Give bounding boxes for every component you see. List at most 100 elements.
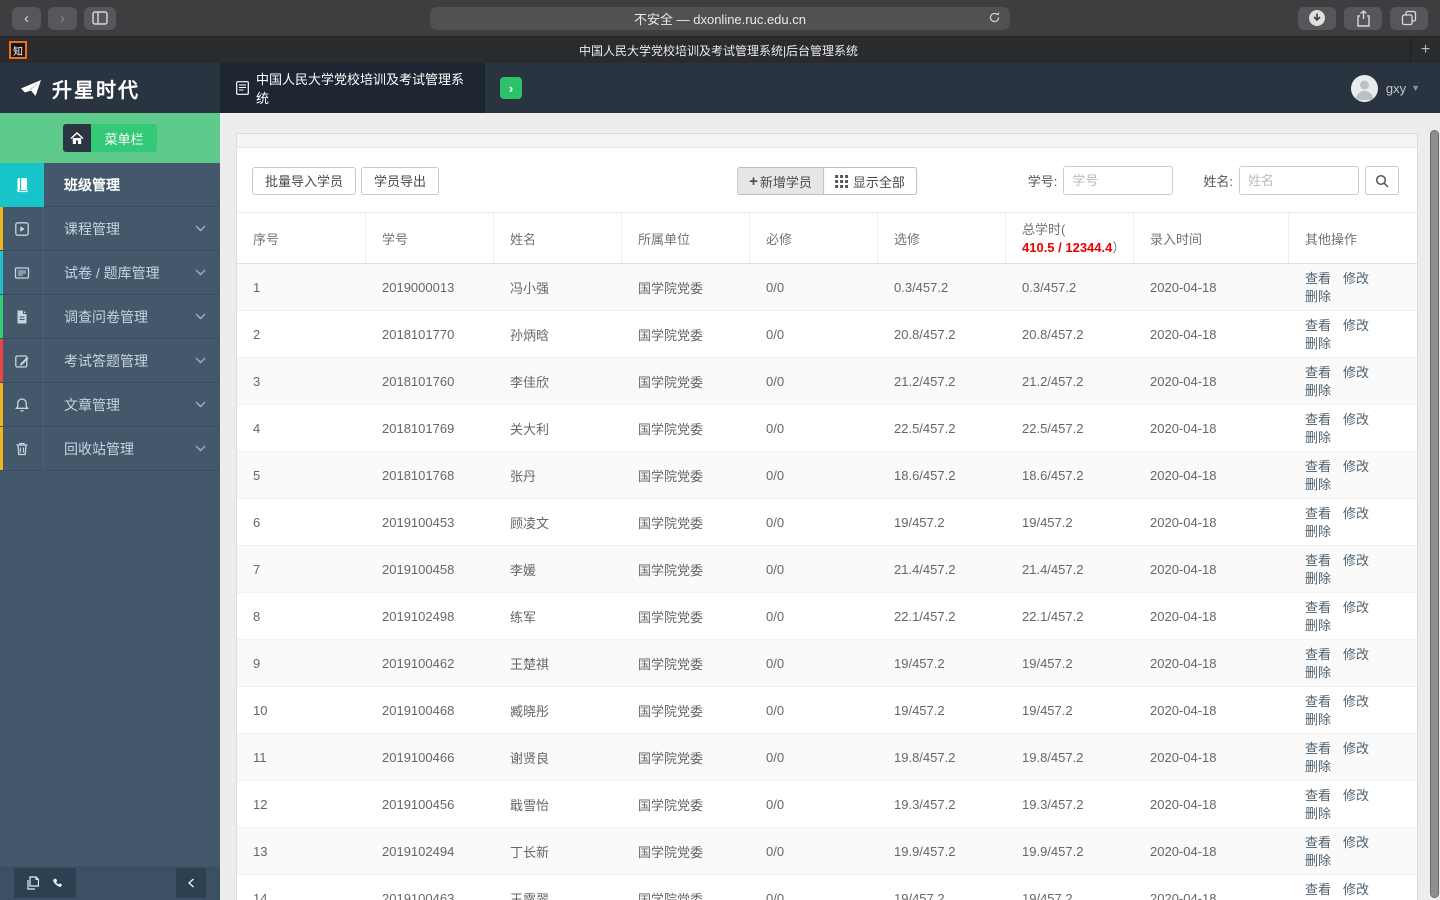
- footer-tools[interactable]: [14, 868, 76, 898]
- cell-actions: 查看修改删除: [1289, 593, 1401, 639]
- name-input[interactable]: [1239, 166, 1359, 195]
- action-edit-link[interactable]: 修改: [1343, 506, 1369, 521]
- cell-student-id: 2019100463: [382, 890, 455, 900]
- back-button[interactable]: ‹: [12, 6, 41, 30]
- brand: 升星时代: [0, 74, 220, 103]
- table-row: 9 2019100462 王楚祺 国学院党委 0/0 19/457.2 19/4…: [237, 640, 1417, 687]
- cell-total-hours: 22.5/457.2: [1022, 420, 1084, 436]
- address-bar[interactable]: 不安全 — dxonline.ruc.edu.cn: [430, 7, 1010, 30]
- export-students-button[interactable]: 学员导出: [361, 166, 440, 195]
- footer-collapse-button[interactable]: [176, 868, 206, 898]
- action-delete-link[interactable]: 删除: [1305, 524, 1331, 539]
- person-icon: [1355, 80, 1374, 100]
- sidebar-item-course-management[interactable]: 课程管理: [0, 206, 220, 251]
- show-all-button[interactable]: 显示全部: [822, 167, 917, 195]
- cell-name: 李佳欣: [510, 374, 550, 390]
- action-view-link[interactable]: 查看: [1305, 882, 1331, 897]
- action-delete-link[interactable]: 删除: [1305, 383, 1331, 398]
- action-edit-link[interactable]: 修改: [1343, 318, 1369, 333]
- cell-date: 2020-04-18: [1150, 467, 1217, 483]
- action-edit-link[interactable]: 修改: [1343, 788, 1369, 803]
- cell-name: 孙炳晗: [510, 327, 550, 343]
- action-edit-link[interactable]: 修改: [1343, 694, 1369, 709]
- action-view-link[interactable]: 查看: [1305, 694, 1331, 709]
- action-edit-link[interactable]: 修改: [1343, 553, 1369, 568]
- action-delete-link[interactable]: 删除: [1305, 618, 1331, 633]
- action-edit-link[interactable]: 修改: [1343, 600, 1369, 615]
- action-view-link[interactable]: 查看: [1305, 600, 1331, 615]
- cell-name: 臧晓彤: [510, 703, 550, 719]
- search-button[interactable]: [1365, 166, 1399, 195]
- action-edit-link[interactable]: 修改: [1343, 412, 1369, 427]
- cell-date: 2020-04-18: [1150, 655, 1217, 671]
- menu-bar-button[interactable]: 菜单栏: [91, 124, 157, 152]
- batch-import-button[interactable]: 批量导入学员: [252, 166, 357, 195]
- forward-button[interactable]: ›: [48, 6, 77, 30]
- cell-date: 2020-04-18: [1150, 608, 1217, 624]
- user-menu[interactable]: gxy ▼: [1350, 74, 1420, 102]
- doc-icon: [236, 81, 249, 95]
- action-edit-link[interactable]: 修改: [1343, 459, 1369, 474]
- action-edit-link[interactable]: 修改: [1343, 882, 1369, 897]
- add-student-button[interactable]: + 新增学员: [737, 167, 823, 195]
- reload-icon[interactable]: [988, 11, 1001, 24]
- table-row: 7 2019100458 李媛 国学院党委 0/0 21.4/457.2 21.…: [237, 546, 1417, 593]
- cell-index: 4: [253, 420, 261, 436]
- sidebar-toggle-button[interactable]: [84, 6, 116, 30]
- action-view-link[interactable]: 查看: [1305, 647, 1331, 662]
- action-delete-link[interactable]: 删除: [1305, 571, 1331, 586]
- cell-index: 8: [253, 608, 261, 624]
- share-button[interactable]: [1344, 6, 1382, 30]
- name-label: 姓名:: [1203, 174, 1233, 189]
- cell-student-id: 2018101769: [382, 420, 455, 436]
- sidebar-item-recycle-bin[interactable]: 回收站管理: [0, 426, 220, 471]
- tab-overview-button[interactable]: [1390, 6, 1428, 30]
- action-delete-link[interactable]: 删除: [1305, 289, 1331, 304]
- file-icon: [0, 294, 44, 339]
- sidebar-item-class-management[interactable]: 班级管理: [0, 162, 220, 207]
- action-view-link[interactable]: 查看: [1305, 459, 1331, 474]
- action-view-link[interactable]: 查看: [1305, 788, 1331, 803]
- action-edit-link[interactable]: 修改: [1343, 647, 1369, 662]
- tabs-icon: [1401, 10, 1417, 26]
- action-view-link[interactable]: 查看: [1305, 365, 1331, 380]
- sidebar-collapse-button[interactable]: ›: [500, 77, 522, 99]
- action-view-link[interactable]: 查看: [1305, 835, 1331, 850]
- action-delete-link[interactable]: 删除: [1305, 712, 1331, 727]
- action-view-link[interactable]: 查看: [1305, 553, 1331, 568]
- action-delete-link[interactable]: 删除: [1305, 477, 1331, 492]
- col-date: 录入时间: [1134, 213, 1289, 263]
- cell-elective: 19.8/457.2: [894, 749, 956, 765]
- student-id-input[interactable]: [1063, 166, 1174, 195]
- action-view-link[interactable]: 查看: [1305, 318, 1331, 333]
- action-edit-link[interactable]: 修改: [1343, 835, 1369, 850]
- sidebar-item-exam-answer-management[interactable]: 考试答题管理: [0, 338, 220, 383]
- col-elective: 选修: [878, 213, 1006, 263]
- action-edit-link[interactable]: 修改: [1343, 741, 1369, 756]
- action-delete-link[interactable]: 删除: [1305, 759, 1331, 774]
- sidebar-item-survey-management[interactable]: 调查问卷管理: [0, 294, 220, 339]
- action-edit-link[interactable]: 修改: [1343, 365, 1369, 380]
- cell-elective: 19.9/457.2: [894, 843, 956, 859]
- sidebar-item-exam-paper-bank[interactable]: 试卷 / 题库管理: [0, 250, 220, 295]
- action-view-link[interactable]: 查看: [1305, 412, 1331, 427]
- action-delete-link[interactable]: 删除: [1305, 806, 1331, 821]
- action-view-link[interactable]: 查看: [1305, 741, 1331, 756]
- sidebar-item-article-management[interactable]: 文章管理: [0, 382, 220, 427]
- cell-required: 0/0: [766, 655, 785, 671]
- system-title-tab[interactable]: 中国人民大学党校培训及考试管理系统: [220, 63, 485, 113]
- new-tab-button[interactable]: +: [1410, 37, 1440, 63]
- action-delete-link[interactable]: 删除: [1305, 853, 1331, 868]
- vertical-scrollbar[interactable]: [1430, 130, 1439, 898]
- table-row: 13 2019102494 丁长新 国学院党委 0/0 19.9/457.2 1…: [237, 828, 1417, 875]
- downloads-button[interactable]: [1298, 6, 1336, 30]
- action-edit-link[interactable]: 修改: [1343, 271, 1369, 286]
- home-button[interactable]: [63, 124, 92, 152]
- active-tab[interactable]: 中国人民大学党校培训及考试管理系统|后台管理系统: [27, 42, 1410, 59]
- cell-index: 6: [253, 514, 261, 530]
- action-view-link[interactable]: 查看: [1305, 506, 1331, 521]
- action-delete-link[interactable]: 删除: [1305, 430, 1331, 445]
- action-delete-link[interactable]: 删除: [1305, 665, 1331, 680]
- action-view-link[interactable]: 查看: [1305, 271, 1331, 286]
- action-delete-link[interactable]: 删除: [1305, 336, 1331, 351]
